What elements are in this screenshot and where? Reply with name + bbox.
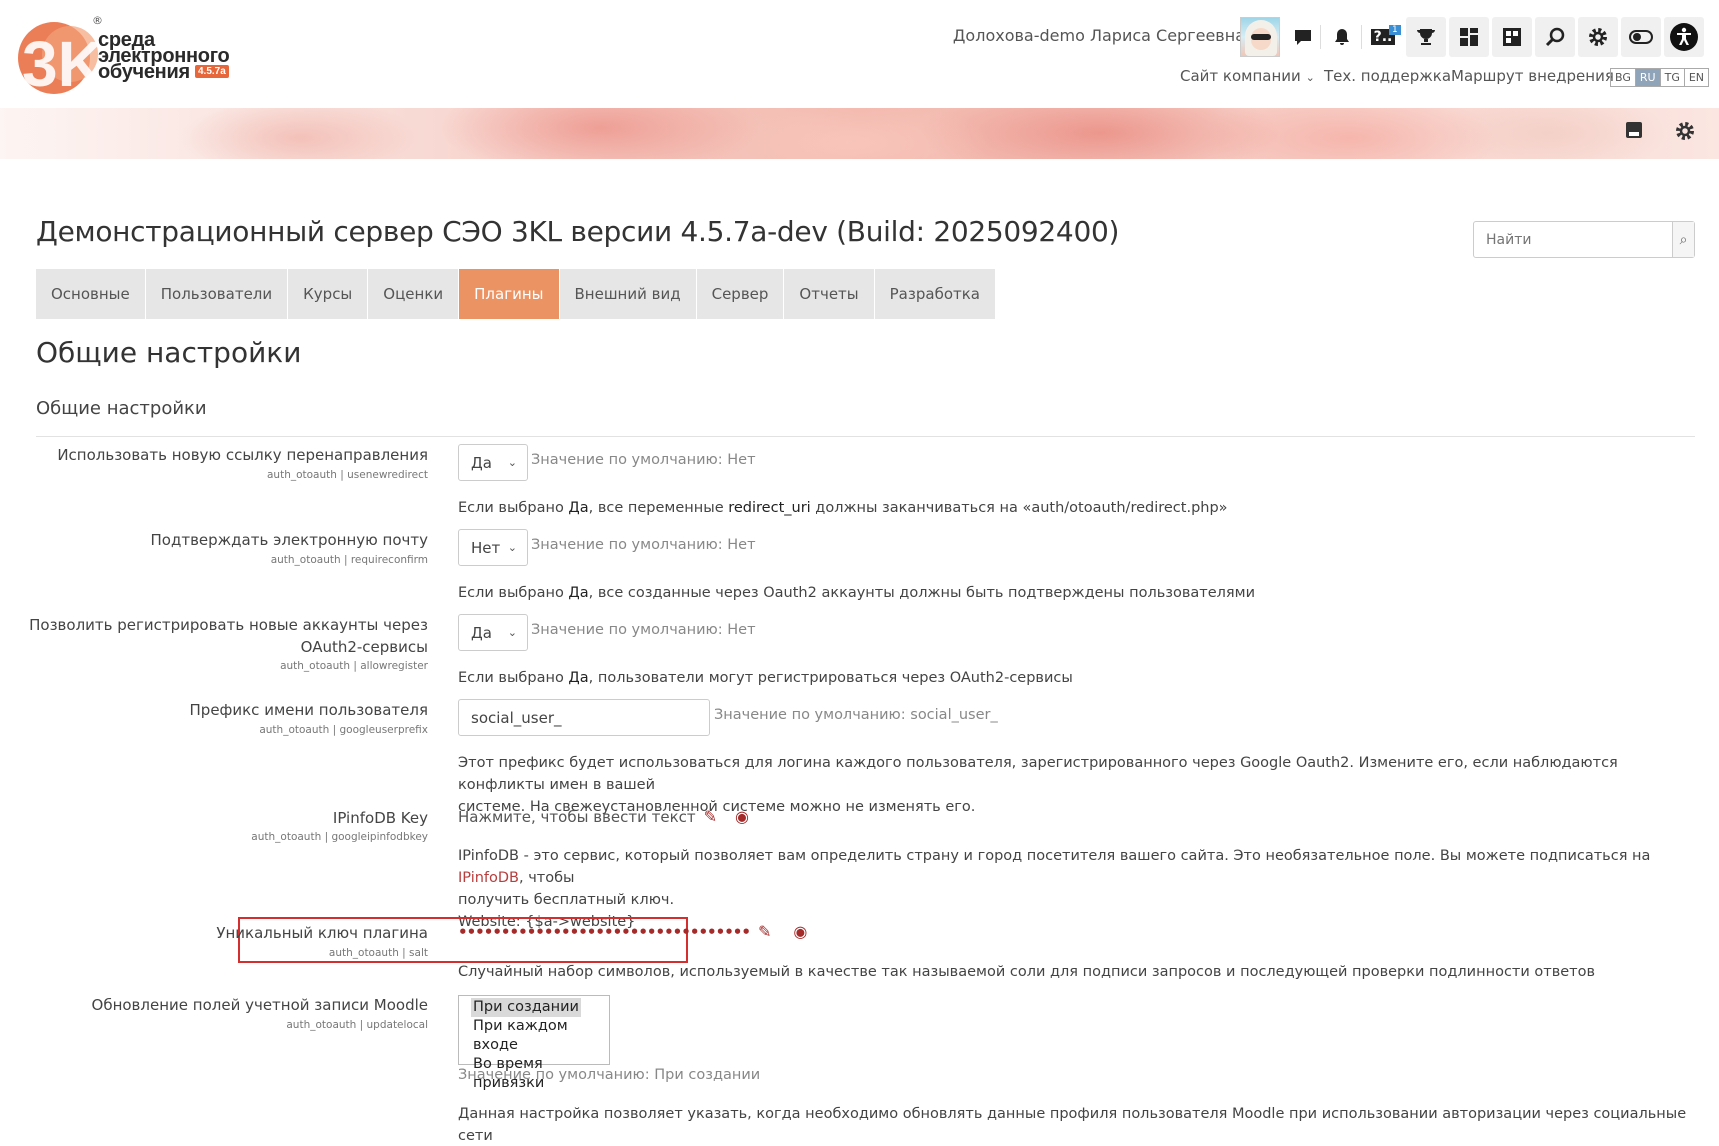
admin-tabs: Основные Пользователи Курсы Оценки Плаги… — [36, 269, 996, 319]
search-submit-button[interactable]: ⌕ — [1672, 222, 1694, 257]
salt-masked-value[interactable]: •••••••••••••••••••••••••••••••••• — [458, 923, 751, 941]
gear-icon[interactable] — [1578, 17, 1618, 57]
lang-en[interactable]: EN — [1685, 69, 1708, 86]
setting-label-usenewredirect: Использовать новую ссылку перенаправлени… — [57, 446, 428, 464]
chevron-down-icon: ⌄ — [1305, 71, 1315, 84]
requireconfirm-description: Если выбрано Да, все созданные через Oau… — [458, 585, 1255, 601]
svg-text:3K: 3K — [22, 28, 98, 98]
tab-reports[interactable]: Отчеты — [784, 269, 875, 319]
setting-label-allowregister: Позволить регистрировать новые аккаунты … — [29, 616, 428, 656]
logo[interactable]: 3K ® среда электронного обучения 4.5.7a — [18, 14, 238, 98]
chevron-down-icon: ⌄ — [507, 541, 517, 554]
setting-label-requireconfirm: Подтверждать электронную почту — [150, 531, 428, 549]
logo-registered: ® — [92, 14, 103, 27]
setting-key-googleuserprefix: auth_otoauth | googleuserprefix — [259, 724, 428, 736]
divider — [36, 436, 1695, 437]
lang-bg[interactable]: BG — [1611, 69, 1636, 86]
googleuserprefix-default: Значение по умолчанию: social_user_ — [714, 707, 998, 723]
notifications-icon[interactable] — [1322, 17, 1362, 57]
company-site-link[interactable]: Сайт компании ⌄ — [1180, 67, 1315, 85]
setting-label-salt: Уникальный ключ плагина — [216, 924, 428, 942]
usenewredirect-description: Если выбрано Да, все переменные redirect… — [458, 500, 1228, 516]
googleipinfodbkey-value[interactable]: Нажмите, чтобы ввести текст — [458, 808, 696, 826]
lang-ru[interactable]: RU — [1635, 69, 1661, 86]
banner-gear-icon[interactable] — [1674, 120, 1696, 148]
section-heading: Общие настройки — [36, 398, 207, 419]
pencil-icon[interactable]: ✎ — [704, 807, 717, 826]
salt-editable[interactable]: •••••••••••••••••••••••••••••••••• ✎ ◉ — [458, 922, 807, 941]
updatelocal-listbox[interactable]: При создании При каждом входе Во время п… — [458, 995, 610, 1091]
eye-icon[interactable]: ◉ — [735, 807, 749, 826]
save-icon[interactable] — [1624, 120, 1644, 146]
ipinfodb-link[interactable]: IPinfoDB — [458, 870, 519, 886]
eye-icon[interactable]: ◉ — [793, 922, 807, 941]
updatelocal-description: Данная настройка позволяет указать, когд… — [458, 1106, 1687, 1144]
chevron-down-icon: ⌄ — [507, 626, 517, 639]
tab-appearance[interactable]: Внешний вид — [559, 269, 697, 319]
salt-description: Случайный набор символов, используемый в… — [458, 964, 1596, 980]
dashboard-icon[interactable] — [1449, 17, 1489, 57]
setting-label-updatelocal: Обновление полей учетной записи Moodle — [91, 996, 428, 1014]
logo-version-badge: 4.5.7a — [195, 65, 229, 78]
listbox-option[interactable]: При создании — [471, 998, 581, 1017]
user-name[interactable]: Долохова-demo Лариса Сергеевна — [953, 26, 1245, 45]
messages-icon[interactable] — [1283, 17, 1323, 57]
tab-users[interactable]: Пользователи — [145, 269, 289, 319]
help-icon[interactable]: ?.. 1 — [1363, 17, 1403, 57]
setting-key-allowregister: auth_otoauth | allowregister — [280, 660, 428, 672]
logo-line3: обучения — [98, 61, 190, 83]
chevron-down-icon: ⌄ — [507, 456, 517, 469]
settings-heading: Общие настройки — [36, 336, 302, 369]
support-link[interactable]: Тех. поддержка — [1324, 67, 1451, 85]
allowregister-default: Значение по умолчанию: Нет — [531, 622, 756, 638]
usenewredirect-select[interactable]: Да ⌄ — [458, 444, 528, 481]
search-icon[interactable] — [1535, 17, 1575, 57]
usenewredirect-default: Значение по умолчанию: Нет — [531, 452, 756, 468]
tab-general[interactable]: Основные — [36, 269, 146, 319]
search-input[interactable] — [1474, 222, 1672, 257]
setting-label-googleuserprefix: Префикс имени пользователя — [189, 701, 428, 719]
allowregister-description: Если выбрано Да, пользователи могут реги… — [458, 670, 1073, 686]
avatar[interactable] — [1240, 17, 1280, 57]
setting-key-usenewredirect: auth_otoauth | usenewredirect — [266, 469, 428, 481]
admin-search: ⌕ — [1473, 221, 1695, 258]
setting-key-salt: auth_otoauth | salt — [328, 947, 428, 959]
route-link[interactable]: Маршрут внедрения — [1451, 67, 1614, 85]
setting-key-requireconfirm: auth_otoauth | requireconfirm — [270, 554, 428, 566]
page-title: Демонстрационный сервер СЭО 3KL версии 4… — [36, 215, 1120, 248]
language-switcher: BG RU TG EN — [1610, 68, 1710, 87]
tab-development[interactable]: Разработка — [874, 269, 996, 319]
lang-tg[interactable]: TG — [1661, 69, 1685, 86]
tab-server[interactable]: Сервер — [696, 269, 785, 319]
header-banner — [0, 108, 1719, 159]
help-badge: 1 — [1389, 25, 1401, 35]
courses-grid-icon[interactable] — [1492, 17, 1532, 57]
setting-key-updatelocal: auth_otoauth | updatelocal — [286, 1019, 428, 1031]
pencil-icon[interactable]: ✎ — [758, 922, 771, 941]
tab-plugins[interactable]: Плагины — [459, 269, 560, 319]
requireconfirm-select[interactable]: Нет ⌄ — [458, 529, 528, 566]
tab-grades[interactable]: Оценки — [368, 269, 460, 319]
googleuserprefix-input[interactable]: social_user_ — [458, 699, 710, 736]
setting-key-googleipinfodbkey: auth_otoauth | googleipinfodbkey — [251, 831, 428, 843]
tab-courses[interactable]: Курсы — [288, 269, 369, 319]
allowregister-select[interactable]: Да ⌄ — [458, 614, 528, 651]
trophy-icon[interactable] — [1406, 17, 1446, 57]
requireconfirm-default: Значение по умолчанию: Нет — [531, 537, 756, 553]
googleipinfodbkey-editable[interactable]: Нажмите, чтобы ввести текст ✎ ◉ — [458, 807, 749, 826]
accessibility-icon[interactable] — [1664, 17, 1704, 57]
listbox-option[interactable]: При каждом входе — [473, 1017, 609, 1055]
logo-3k-mark: 3K — [18, 22, 98, 98]
updatelocal-default: Значение по умолчанию: При создании — [458, 1067, 761, 1083]
setting-label-googleipinfodbkey: IPinfoDB Key — [332, 809, 428, 827]
toggle-icon[interactable] — [1621, 17, 1661, 57]
